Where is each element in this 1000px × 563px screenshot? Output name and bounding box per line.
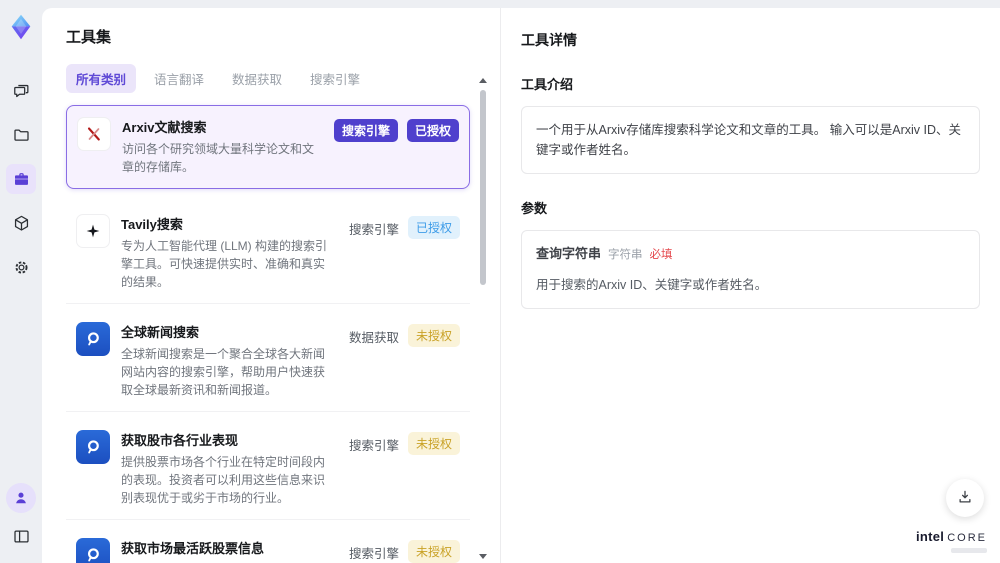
- param-box: 查询字符串 字符串 必填 用于搜索的Arxiv ID、关键字或作者姓名。: [521, 230, 980, 309]
- news-app-icon: [76, 322, 110, 356]
- auth-status-badge: 未授权: [407, 324, 460, 347]
- toolbox-icon[interactable]: [6, 164, 36, 194]
- auth-status-badge: 未授权: [407, 432, 460, 455]
- chat-icon[interactable]: [6, 76, 36, 106]
- tool-name: Arxiv文献搜索: [122, 120, 207, 135]
- scrollbar-thumb[interactable]: [480, 90, 486, 285]
- param-name: 查询字符串: [536, 246, 602, 261]
- param-type: 字符串: [608, 249, 643, 261]
- cube-icon[interactable]: [6, 208, 36, 238]
- tool-card-global-news[interactable]: 全球新闻搜索 全球新闻搜索是一个聚合全球各大新闻网站内容的搜索引擎，帮助用户快速…: [66, 311, 470, 412]
- tool-card-arxiv[interactable]: Arxiv文献搜索 访问各个研究领域大量科学论文和文章的存储库。 搜索引擎 已授…: [66, 105, 470, 189]
- rail-bottom: [6, 483, 36, 563]
- tool-description: 全球新闻搜索是一个聚合全球各大新闻网站内容的搜索引擎，帮助用户快速获取全球最新资…: [121, 347, 326, 397]
- brand-primary: intel: [915, 529, 945, 544]
- category-badge: 搜索引擎: [333, 119, 398, 142]
- auth-status-badge: 已授权: [406, 119, 459, 142]
- intro-heading: 工具介绍: [521, 77, 574, 92]
- category-label: 搜索引擎: [348, 547, 399, 561]
- brand-secondary: core: [947, 532, 987, 544]
- settings-icon[interactable]: [6, 252, 36, 282]
- brand-subtext: [951, 548, 987, 553]
- scroll-up-icon[interactable]: [479, 78, 487, 83]
- tool-card-tavily[interactable]: Tavily搜索 专为人工智能代理 (LLM) 构建的搜索引擎工具。可快速提供实…: [66, 203, 470, 304]
- intel-core-logo: intel core: [916, 529, 987, 553]
- app-logo-icon[interactable]: [7, 12, 35, 42]
- category-label: 搜索引擎: [348, 223, 399, 237]
- arxiv-logo-icon: [77, 117, 111, 151]
- detail-title: 工具详情: [521, 32, 577, 48]
- scroll-down-icon[interactable]: [479, 554, 487, 559]
- content-shell: 工具集 所有类别 语言翻译 数据获取 搜索引擎 Arxiv文献搜索 访问各个研究…: [42, 8, 1000, 563]
- tool-description: 专为人工智能代理 (LLM) 构建的搜索引擎工具。可快速提供实时、准确和真实的结…: [121, 239, 328, 289]
- download-icon: [956, 488, 974, 509]
- tool-card-list: Arxiv文献搜索 访问各个研究领域大量科学论文和文章的存储库。 搜索引擎 已授…: [66, 105, 500, 563]
- tool-description: 提供股票市场各个行业在特定时间段内的表现。投资者可以利用这些信息来识别表现优于或…: [121, 455, 326, 505]
- tool-detail-panel: 工具详情 工具介绍 一个用于从Arxiv存储库搜索科学论文和文章的工具。 输入可…: [500, 8, 1000, 563]
- tool-name: 全球新闻搜索: [121, 325, 200, 340]
- stock-app-icon: [76, 430, 110, 464]
- param-description: 用于搜索的Arxiv ID、关键字或作者姓名。: [536, 277, 768, 292]
- left-rail: [0, 0, 42, 563]
- tool-name: 获取市场最活跃股票信息: [121, 541, 265, 556]
- tool-name: Tavily搜索: [121, 217, 183, 232]
- stock-app-icon: [76, 538, 110, 563]
- auth-status-badge: 未授权: [407, 540, 460, 563]
- category-label: 搜索引擎: [348, 439, 399, 453]
- params-heading: 参数: [521, 201, 548, 216]
- app-root: 工具集 所有类别 语言翻译 数据获取 搜索引擎 Arxiv文献搜索 访问各个研究…: [0, 0, 1000, 563]
- tool-card-most-active-stocks[interactable]: 获取市场最活跃股票信息 提供当天交易量最高的股票列表，投资者可以利用这些信息来识…: [66, 527, 470, 563]
- tab-search-engine[interactable]: 搜索引擎: [300, 64, 370, 93]
- tab-all-categories[interactable]: 所有类别: [66, 64, 137, 93]
- intro-box: 一个用于从Arxiv存储库搜索科学论文和文章的工具。 输入可以是Arxiv ID…: [521, 106, 980, 174]
- tool-list-panel: 工具集 所有类别 语言翻译 数据获取 搜索引擎 Arxiv文献搜索 访问各个研究…: [42, 8, 500, 563]
- download-button[interactable]: [946, 479, 984, 517]
- tool-name: 获取股市各行业表现: [121, 433, 239, 448]
- tab-data-fetch[interactable]: 数据获取: [222, 64, 292, 93]
- tool-card-sector-performance[interactable]: 获取股市各行业表现 提供股票市场各个行业在特定时间段内的表现。投资者可以利用这些…: [66, 419, 470, 520]
- panel-toggle-icon[interactable]: [6, 521, 36, 551]
- page-title: 工具集: [66, 29, 112, 46]
- user-icon[interactable]: [6, 483, 36, 513]
- tab-language-translation[interactable]: 语言翻译: [144, 64, 214, 93]
- auth-status-badge: 已授权: [407, 216, 460, 239]
- param-required-badge: 必填: [649, 249, 673, 261]
- rail-nav: [6, 76, 36, 282]
- folder-icon[interactable]: [6, 120, 36, 150]
- category-tabs: 所有类别 语言翻译 数据获取 搜索引擎: [66, 64, 500, 93]
- tavily-star-icon: [76, 214, 110, 248]
- tool-description: 访问各个研究领域大量科学论文和文章的存储库。: [122, 142, 315, 174]
- scrollbar: [479, 78, 488, 559]
- category-label: 数据获取: [348, 331, 399, 345]
